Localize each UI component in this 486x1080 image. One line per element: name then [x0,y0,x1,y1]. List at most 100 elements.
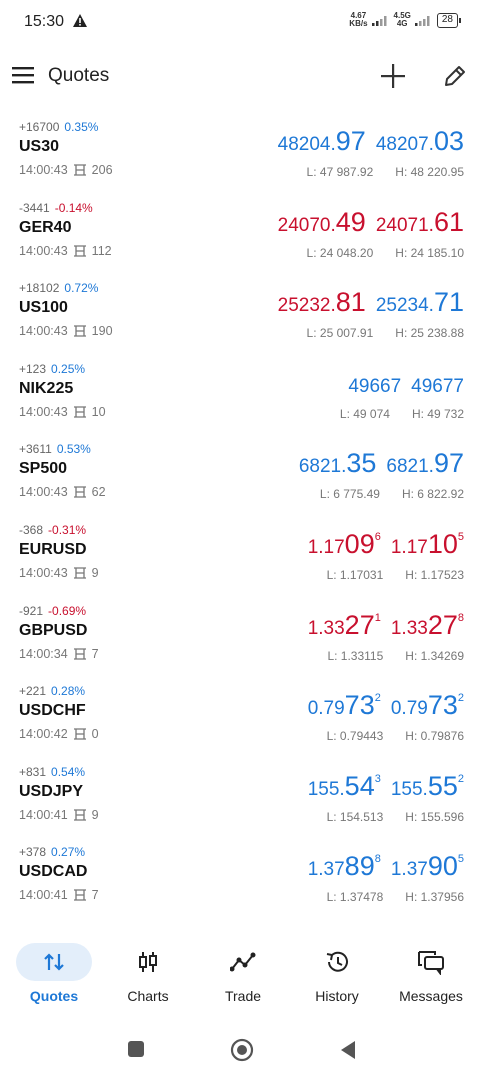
bid-price[interactable]: 49667 [348,368,401,398]
quote-symbol: GER40 [19,218,72,236]
quote-spread: 0 [91,727,99,742]
add-icon[interactable] [380,63,406,89]
quote-low-high: L: 1.37478 H: 1.37956 [327,890,464,904]
ask-price[interactable]: 6821. 97 [386,448,464,479]
price-prefix: 6821. [386,456,434,478]
quote-low-high: L: 6 775.49 H: 6 822.92 [320,487,464,501]
price-prefix: 25234. [375,295,434,317]
quote-symbol: US100 [19,299,68,317]
quote-low: L: 1.37478 [326,890,384,905]
nav-quotes[interactable]: Quotes [9,936,99,1016]
quote-prices: 155. 54 3 155. 55 2 [308,771,464,802]
price-pip-digit: 1 [374,611,381,624]
quote-row[interactable]: -3441 -0.14% GER40 14:00:43 112 24070. 49 24071… [0,191,486,272]
spread-icon [73,164,86,176]
ask-price[interactable]: 48207. 03 [376,126,464,157]
quote-row[interactable]: -921 -0.69% GBPUSD 14:00:34 7 1.33 27 1 1.33 27 8 L… [0,594,486,675]
price-big-digits: 55 [427,770,458,801]
ask-price[interactable]: 1.37 90 5 [391,851,464,882]
change-points: -921 [19,603,44,618]
quote-time: 14:00:42 [19,727,68,742]
quote-symbol: NIK225 [19,379,74,397]
back-triangle-icon[interactable] [339,1040,357,1060]
quote-prices: 25232. 81 25234. 71 [278,287,464,318]
price-big-digits: 35 [346,448,377,479]
ask-price[interactable]: 155. 55 2 [391,771,464,802]
quote-spread: 206 [91,163,113,177]
price-prefix: 24071. [375,214,434,236]
quote-low-high: L: 24 048.20 H: 24 185.10 [307,246,464,260]
ask-price[interactable]: 1.33 27 8 [391,610,464,641]
ask-price[interactable]: 25234. 71 [376,287,464,318]
bid-price[interactable]: 1.33 27 1 [308,610,381,641]
quote-low-high: L: 49 074 H: 49 732 [340,407,464,421]
ask-price[interactable]: 0.79 73 2 [391,690,464,721]
ask-price[interactable]: 49677 [411,368,464,398]
status-bar: 15:30 4.67 KB/s 4.5G 4G 28 [0,0,486,44]
nav-messages[interactable]: Messages [386,936,476,1016]
quote-change: +16700 0.35% [19,120,98,134]
quote-row[interactable]: +123 0.25% NIK225 14:00:43 10 49667 49677 L: 49… [0,352,486,433]
price-big-digits: 10 [427,528,458,559]
quote-row[interactable]: -368 -0.31% EURUSD 14:00:43 9 1.17 09 6 1.17 10 5 L… [0,513,486,594]
quote-symbol: EURUSD [19,540,87,558]
bid-price[interactable]: 6821. 35 [299,448,377,479]
quote-row[interactable]: +3611 0.53% SP500 14:00:43 62 6821. 35 6821. 97 L… [0,432,486,513]
bid-price[interactable]: 48204. 97 [278,126,366,157]
menu-icon[interactable] [12,66,36,84]
quote-low: L: 0.79443 [326,729,384,744]
change-points: +3611 [19,442,52,457]
quote-low-high: L: 0.79443 H: 0.79876 [327,729,464,743]
change-percent: 0.25% [51,361,86,376]
quotes-list: +16700 0.35% US30 14:00:43 206 48204. 97 48207.… [0,110,486,916]
quote-prices: 1.33 27 1 1.33 27 8 [308,610,464,641]
quote-row[interactable]: +18102 0.72% US100 14:00:43 190 25232. 81 25234… [0,271,486,352]
home-circle-icon[interactable] [230,1038,254,1062]
nav-charts[interactable]: Charts [103,936,193,1016]
spread-icon [73,244,86,257]
quote-prices: 48204. 97 48207. 03 [278,126,464,157]
price-prefix: 0.79 [307,698,345,720]
price-big-digits: 03 [433,126,464,156]
quote-row[interactable]: +16700 0.35% US30 14:00:43 206 48204. 97 48207.… [0,110,486,191]
quote-row[interactable]: +378 0.27% USDCAD 14:00:41 7 1.37 89 8 1.37 90 5 L:… [0,835,486,916]
quote-row[interactable]: +221 0.28% USDCHF 14:00:42 0 0.79 73 2 0.79 73 2 L:… [0,674,486,755]
quote-low-high: L: 1.17031 H: 1.17523 [327,568,464,582]
quote-high: H: 49 732 [411,406,464,421]
quote-low: L: 154.513 [326,809,384,824]
bid-price[interactable]: 24070. 49 [278,207,366,238]
spread-icon [73,325,86,337]
quote-row[interactable]: +831 0.54% USDJPY 14:00:41 9 155. 54 3 155. 55 2 L:… [0,755,486,836]
bid-price[interactable]: 1.17 09 6 [308,529,381,560]
ask-price[interactable]: 1.17 10 5 [391,529,464,560]
edit-icon[interactable] [442,63,468,89]
price-prefix: 49667 [348,375,402,397]
quote-time: 14:00:41 [19,807,68,822]
quote-meta: 14:00:34 7 [19,647,99,661]
quote-meta: 14:00:43 190 [19,324,113,338]
spread-icon [73,728,86,740]
price-prefix: 6821. [298,456,347,478]
nav-history[interactable]: History [292,936,382,1016]
nav-trade[interactable]: Trade [198,936,288,1016]
price-pip-digit: 5 [457,853,464,866]
quote-spread: 62 [91,485,106,500]
bid-price[interactable]: 25232. 81 [278,287,366,318]
price-pip-digit: 3 [374,772,381,785]
quote-symbol: US30 [19,138,60,155]
bid-price[interactable]: 0.79 73 2 [308,690,381,721]
quote-change: -368 -0.31% [19,523,86,537]
price-pip-digit: 8 [374,853,381,866]
recents-square-icon[interactable] [127,1040,145,1058]
price-prefix: 1.37 [307,859,345,881]
change-percent: -0.69% [48,603,87,618]
quote-prices: 24070. 49 24071. 61 [278,207,464,238]
quote-meta: 14:00:43 10 [19,405,106,419]
quote-symbol: USDCHF [19,702,86,720]
quote-spread: 190 [91,324,113,339]
bid-price[interactable]: 1.37 89 8 [308,851,381,882]
price-big-digits: 97 [433,448,464,479]
bid-price[interactable]: 155. 54 3 [308,771,381,802]
ask-price[interactable]: 24071. 61 [376,207,464,238]
quote-change: -3441 -0.14% [19,201,93,215]
